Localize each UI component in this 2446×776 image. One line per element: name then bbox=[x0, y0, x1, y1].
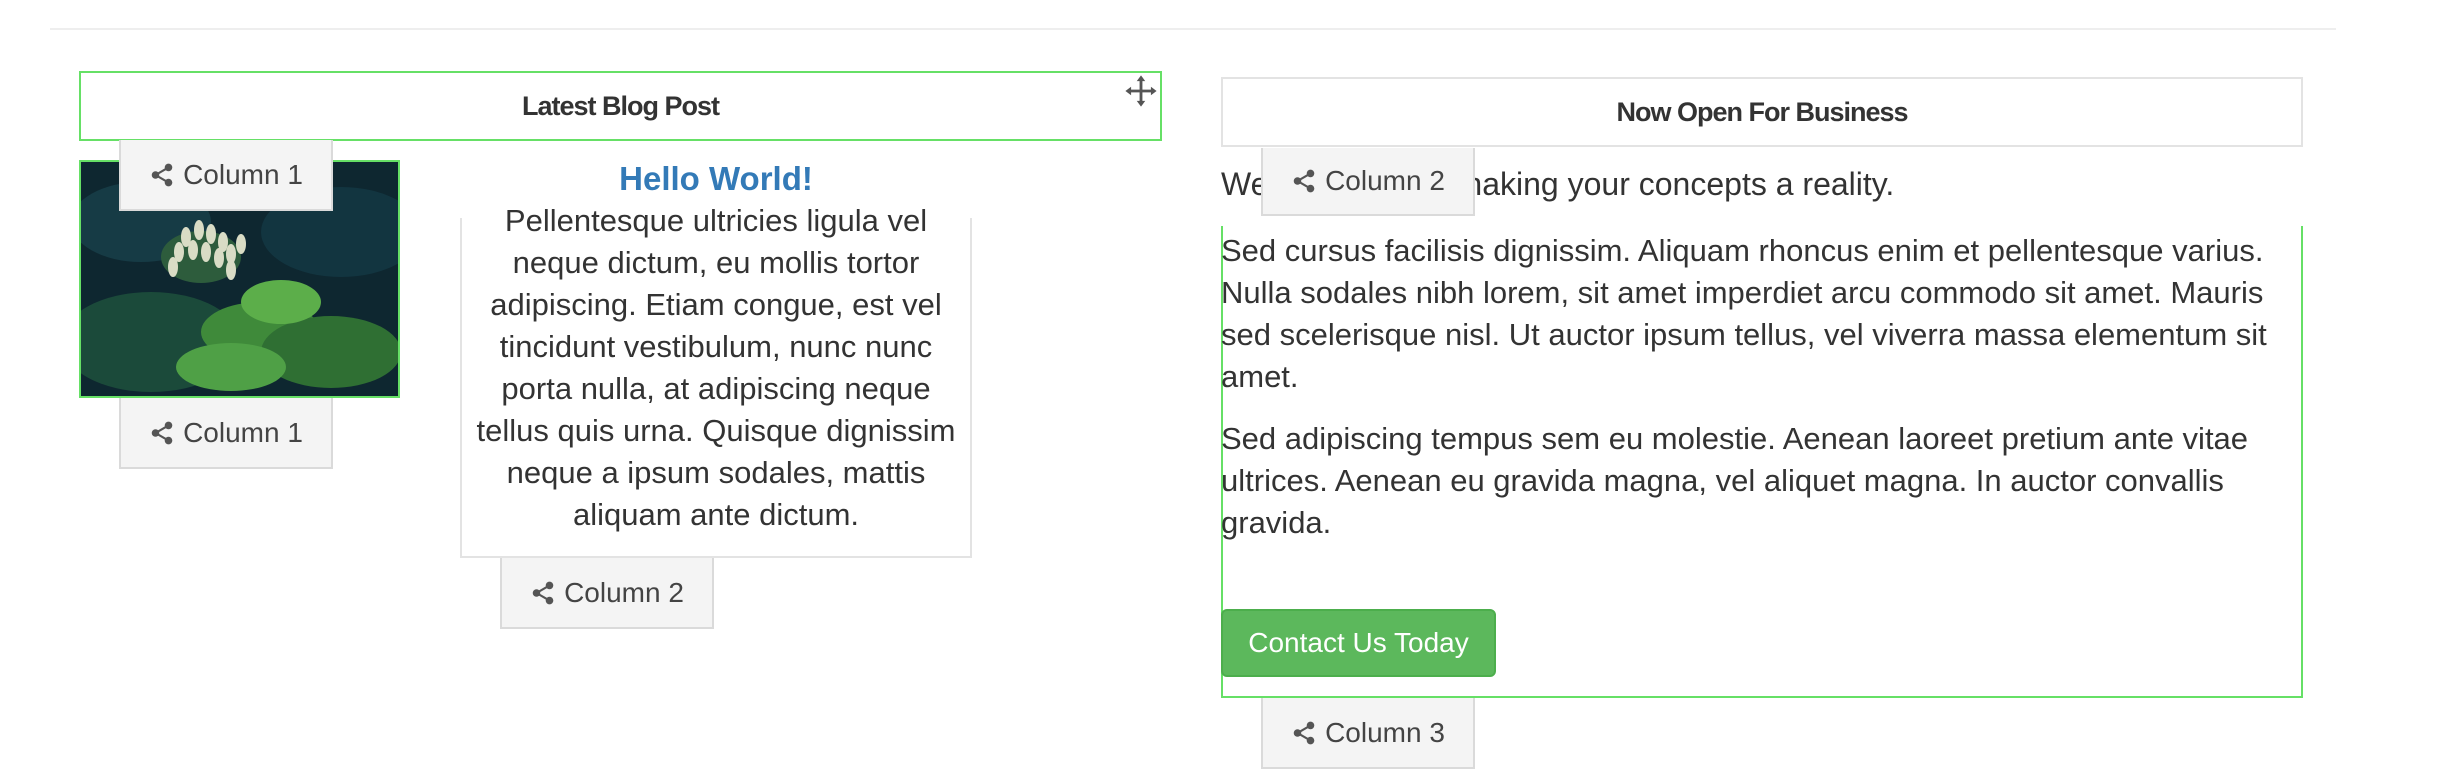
blog-post-body: Pellentesque ultricies ligula vel neque … bbox=[476, 203, 956, 532]
column-1-tab-bottom[interactable]: Column 1 bbox=[119, 398, 333, 469]
blog-post-title[interactable]: Hello World! bbox=[460, 160, 972, 198]
business-panel-header[interactable]: Now Open For Business bbox=[1221, 77, 2303, 147]
share-icon bbox=[532, 581, 554, 604]
column-tab-label: Column 1 bbox=[183, 416, 303, 448]
share-icon bbox=[151, 421, 173, 444]
column-tab-label: Column 1 bbox=[183, 158, 303, 190]
intro-end: naking your concepts a reality. bbox=[1464, 166, 1895, 202]
column-3-tab[interactable]: Column 3 bbox=[1261, 698, 1475, 769]
column-tab-label: Column 2 bbox=[564, 576, 684, 608]
business-paragraph-2: Sed adipiscing tempus sem eu molestie. A… bbox=[1221, 421, 2249, 540]
blog-panel-header[interactable]: Latest Blog Post bbox=[79, 71, 1162, 141]
share-icon bbox=[151, 163, 173, 186]
column-tab-label: Column 3 bbox=[1325, 716, 1445, 748]
column-2-tab-blog[interactable]: Column 2 bbox=[500, 558, 714, 629]
column-2-tab-business[interactable]: Column 2 bbox=[1261, 148, 1475, 216]
column-tab-label: Column 2 bbox=[1325, 165, 1445, 196]
business-panel-title: Now Open For Business bbox=[1616, 96, 1908, 127]
share-icon bbox=[1293, 721, 1315, 744]
move-icon[interactable] bbox=[1124, 74, 1158, 108]
column-1-tab-top[interactable]: Column 1 bbox=[119, 140, 333, 211]
top-divider bbox=[50, 28, 2336, 30]
business-paragraph-1: Sed cursus facilisis dignissim. Aliquam … bbox=[1221, 233, 2267, 394]
blog-panel-title: Latest Blog Post bbox=[521, 90, 720, 121]
contact-us-button[interactable]: Contact Us Today bbox=[1221, 609, 1496, 677]
share-icon bbox=[1293, 169, 1315, 193]
